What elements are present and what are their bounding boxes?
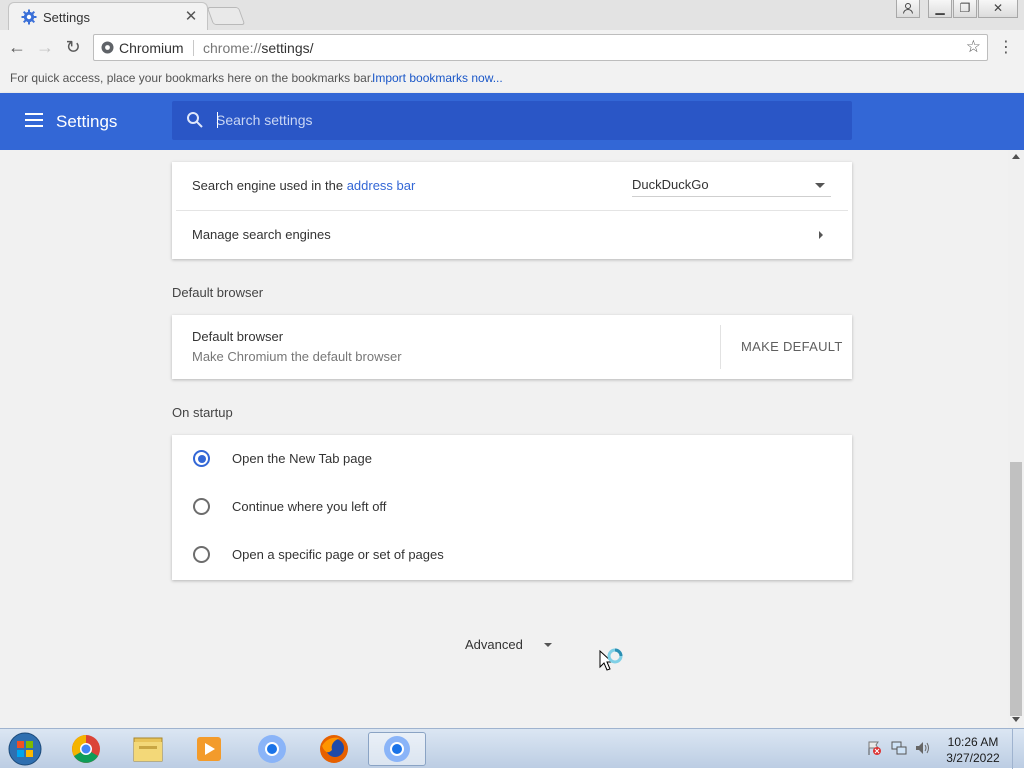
menu-dots-icon[interactable]: ⋮ — [998, 38, 1014, 58]
taskbar-clock[interactable]: 10:26 AM 3/27/2022 — [940, 734, 1006, 766]
manage-search-engines-row[interactable]: Manage search engines — [172, 211, 852, 259]
url-scheme: chrome:// — [203, 40, 262, 56]
startup-option-label: Open a specific page or set of pages — [232, 547, 444, 562]
on-startup-card: Open the New Tab page Continue where you… — [172, 435, 852, 580]
scroll-thumb[interactable] — [1010, 462, 1022, 716]
settings-header: Settings — [0, 93, 1024, 150]
search-box[interactable] — [172, 101, 852, 140]
settings-content: Search engine used in the address bar Du… — [0, 150, 1008, 728]
startup-option-specific-pages[interactable]: Open a specific page or set of pages — [172, 531, 852, 579]
close-icon[interactable]: ✕ — [978, 0, 1018, 18]
default-browser-subtitle: Make Chromium the default browser — [192, 349, 402, 364]
search-engine-select[interactable]: DuckDuckGo — [632, 172, 831, 197]
clock-date: 3/27/2022 — [946, 751, 1000, 765]
radio-unselected[interactable] — [193, 498, 210, 515]
action-center-flag-icon[interactable] — [866, 740, 882, 756]
chrome-icon[interactable] — [60, 732, 112, 766]
dropdown-arrow-icon — [815, 183, 825, 188]
firefox-icon[interactable] — [308, 732, 360, 766]
media-player-icon[interactable] — [183, 732, 235, 766]
chromium-active-icon[interactable] — [368, 732, 426, 766]
tab-title: Settings — [43, 10, 90, 25]
site-label: Chromium — [119, 40, 184, 56]
advanced-label: Advanced — [465, 637, 523, 652]
default-browser-title: Default browser — [192, 329, 284, 344]
url-text: chrome://settings/ — [203, 40, 314, 56]
tab-settings[interactable]: Settings ✕ — [8, 2, 208, 30]
search-engine-label-text: Search engine used in the — [192, 178, 344, 193]
search-engine-card: Search engine used in the address bar Du… — [172, 162, 852, 259]
start-orb-icon[interactable] — [6, 730, 46, 768]
address-bar-link[interactable]: address bar — [347, 178, 416, 193]
back-arrow-icon[interactable]: ← — [5, 36, 29, 60]
network-icon[interactable] — [891, 740, 907, 756]
text-caret — [217, 112, 218, 128]
file-explorer-icon[interactable] — [122, 732, 174, 766]
taskbar: 10:26 AM 3/27/2022 — [0, 728, 1024, 769]
scroll-down-icon[interactable] — [1012, 717, 1020, 722]
minimize-icon[interactable]: ▁ — [928, 0, 952, 18]
hamburger-menu-icon[interactable] — [25, 113, 43, 127]
bookmarks-bar: For quick access, place your bookmarks h… — [0, 65, 1024, 93]
bookmark-star-icon[interactable]: ☆ — [966, 37, 981, 57]
reload-icon[interactable]: ↻ — [61, 36, 85, 60]
radio-selected[interactable] — [193, 450, 210, 467]
startup-option-label: Open the New Tab page — [232, 451, 372, 466]
address-bar[interactable]: Chromium chrome://settings/ ☆ — [93, 34, 988, 61]
restore-icon[interactable]: ❐ — [953, 0, 977, 18]
startup-option-label: Continue where you left off — [232, 499, 387, 514]
startup-option-continue[interactable]: Continue where you left off — [172, 483, 852, 531]
site-info-icon[interactable] — [101, 41, 114, 54]
bookmarks-hint: For quick access, place your bookmarks h… — [10, 71, 374, 85]
url-path: settings/ — [261, 40, 314, 56]
startup-option-new-tab[interactable]: Open the New Tab page — [172, 435, 852, 483]
forward-arrow-icon[interactable]: → — [33, 36, 57, 60]
vertical-divider — [720, 325, 721, 369]
search-engine-label: Search engine used in the address bar — [192, 178, 415, 193]
page-title: Settings — [56, 112, 118, 131]
chevron-right-icon — [819, 231, 823, 239]
clock-time: 10:26 AM — [947, 735, 999, 749]
import-bookmarks-link[interactable]: Import bookmarks now... — [372, 71, 503, 85]
busy-cursor-icon — [599, 648, 623, 671]
new-tab-button[interactable] — [206, 7, 246, 25]
default-browser-section-title: Default browser — [172, 285, 264, 300]
user-icon[interactable] — [896, 0, 920, 18]
tab-close-icon[interactable]: ✕ — [181, 7, 201, 27]
address-separator — [193, 40, 194, 56]
advanced-toggle[interactable]: Advanced — [455, 630, 565, 658]
on-startup-section-title: On startup — [172, 405, 233, 420]
show-desktop-button[interactable] — [1012, 729, 1024, 769]
manage-search-engines-label: Manage search engines — [192, 227, 331, 242]
default-browser-card: Default browser Make Chromium the defaul… — [172, 315, 852, 379]
search-icon — [187, 112, 203, 128]
chevron-down-icon — [544, 643, 552, 647]
settings-gear-icon — [21, 9, 37, 25]
vertical-scrollbar[interactable] — [1008, 150, 1024, 728]
volume-icon[interactable] — [914, 740, 932, 756]
search-input[interactable] — [216, 109, 816, 131]
search-engine-selected: DuckDuckGo — [632, 177, 709, 192]
chromium-icon[interactable] — [246, 732, 298, 766]
scroll-up-icon[interactable] — [1012, 154, 1020, 159]
tab-strip: Settings ✕ ▁ ❐ ✕ — [0, 0, 1024, 30]
radio-unselected[interactable] — [193, 546, 210, 563]
make-default-button[interactable]: MAKE DEFAULT — [741, 339, 843, 354]
